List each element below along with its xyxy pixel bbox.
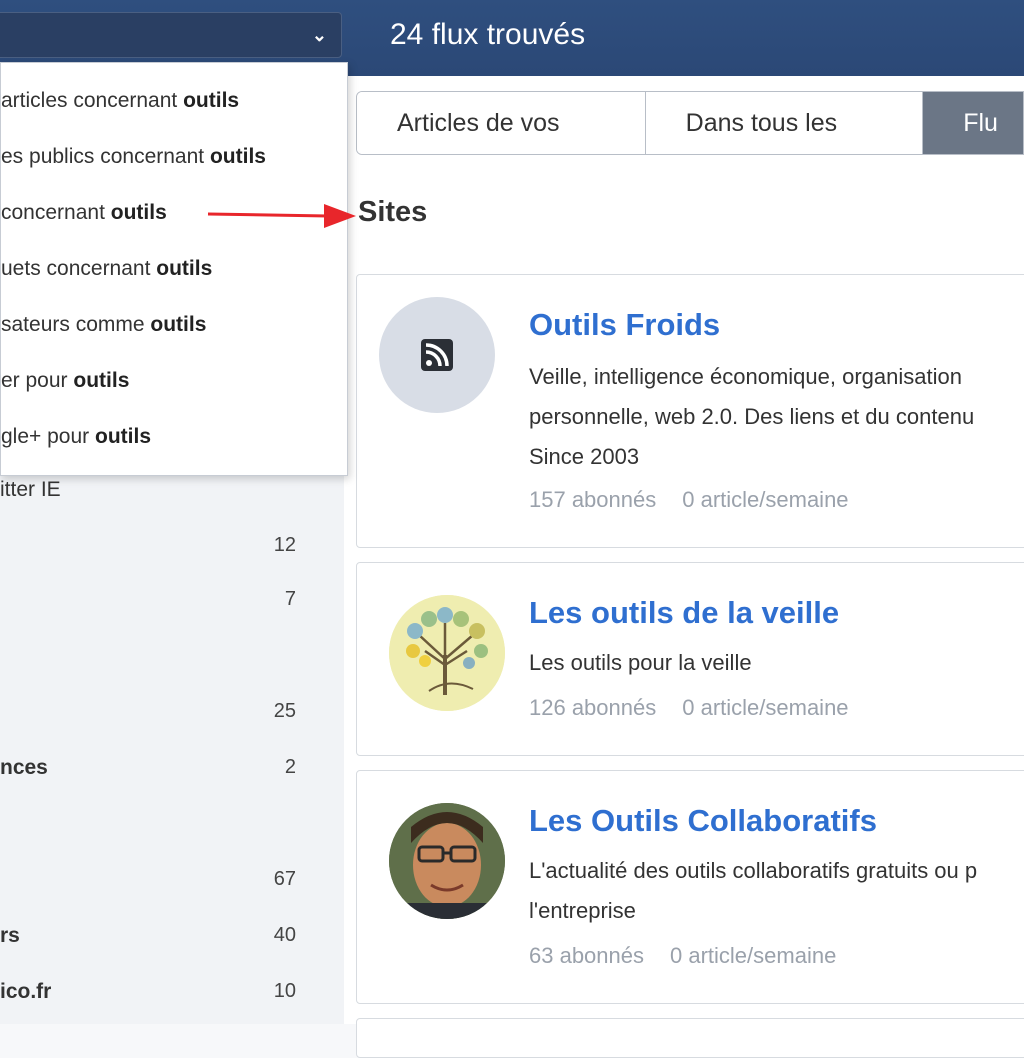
dropdown-item[interactable]: gle+ pour outils xyxy=(1,425,151,461)
sidebar-item[interactable]: ico.fr 10 xyxy=(0,980,310,1010)
sidebar-item[interactable]: 12 xyxy=(0,534,310,564)
dropdown-item-text: uets concernant xyxy=(1,257,157,280)
feed-description: personnelle, web 2.0. Des liens et du co… xyxy=(529,404,975,429)
dropdown-item-text: es publics concernant xyxy=(1,145,210,168)
tab-flux[interactable]: Flu xyxy=(923,92,1023,154)
rss-icon[interactable] xyxy=(379,297,495,413)
subscriber-count: 63 abonnés xyxy=(529,943,644,968)
dropdown-item-text: concernant xyxy=(1,201,111,224)
dropdown-item[interactable]: es publics concernant outils xyxy=(1,145,266,181)
sidebar-item-count: 10 xyxy=(273,980,296,1002)
feed-description: Les outils pour la veille xyxy=(529,650,752,675)
feed-meta: 157 abonnés 0 article/semaine xyxy=(529,487,875,513)
dropdown-item-text: gle+ pour xyxy=(1,425,95,448)
dropdown-item[interactable]: articles concernant outils xyxy=(1,89,239,125)
sidebar-item[interactable]: 7 xyxy=(0,588,310,618)
sidebar-item-count: 40 xyxy=(273,924,296,946)
feed-card: Les Outils Collaboratifs L'actualité des… xyxy=(356,770,1024,1004)
feed-card: Les outils de la veille Les outils pour … xyxy=(356,562,1024,756)
feed-card: Outils Froids Veille, intelligence écono… xyxy=(356,274,1024,548)
search-scope-select[interactable]: ⌄ xyxy=(0,12,342,58)
sidebar-item[interactable]: itter IE xyxy=(0,478,310,508)
sidebar-item[interactable]: rs 40 xyxy=(0,924,310,954)
feed-title-link[interactable]: Outils Froids xyxy=(529,307,720,343)
search-tabs: Articles de vos flux Dans tous les flux … xyxy=(356,91,1024,155)
feed-description: l'entreprise xyxy=(529,898,636,923)
feed-description: L'actualité des outils collaboratifs gra… xyxy=(529,858,978,883)
dropdown-item-keyword: outils xyxy=(209,145,266,168)
dropdown-item-text: er pour xyxy=(1,369,74,392)
dropdown-item-text: articles concernant xyxy=(1,89,184,112)
chevron-down-icon[interactable]: ⌄ xyxy=(312,25,327,46)
sidebar-item-count: 25 xyxy=(273,700,296,722)
tab-articles-de-vos-flux[interactable]: Articles de vos flux xyxy=(357,92,646,154)
sidebar-item[interactable]: 67 xyxy=(0,868,310,898)
feed-title-link[interactable]: Les Outils Collaboratifs xyxy=(529,803,877,839)
dropdown-item-keyword: outils xyxy=(110,201,167,224)
subscriber-count: 157 abonnés xyxy=(529,487,657,512)
dropdown-item-text: sateurs comme xyxy=(1,313,151,336)
sidebar-item-label: rs xyxy=(0,924,20,947)
person-avatar[interactable] xyxy=(389,803,505,919)
search-scope-dropdown: articles concernant outils es publics co… xyxy=(0,62,348,476)
dropdown-item-keyword: outils xyxy=(73,369,130,392)
dropdown-item[interactable]: concernant outils xyxy=(1,201,167,237)
dropdown-item[interactable]: sateurs comme outils xyxy=(1,313,206,349)
sidebar-item-count: 67 xyxy=(273,868,296,890)
dropdown-item-keyword: outils xyxy=(150,313,207,336)
sidebar-item-label: nces xyxy=(0,756,48,779)
dropdown-item-keyword: outils xyxy=(156,257,213,280)
dropdown-item[interactable]: er pour outils xyxy=(1,369,129,405)
sidebar-item-count: 2 xyxy=(284,756,296,778)
feed-card xyxy=(356,1018,1024,1058)
article-rate: 0 article/semaine xyxy=(670,943,837,968)
sidebar-item[interactable]: 25 xyxy=(0,700,310,730)
sidebar-item-label: ico.fr xyxy=(0,980,52,1003)
feed-meta: 126 abonnés 0 article/semaine xyxy=(529,695,875,721)
dropdown-item-keyword: outils xyxy=(183,89,240,112)
feed-meta: 63 abonnés 0 article/semaine xyxy=(529,943,862,969)
sidebar-item-count: 12 xyxy=(273,534,296,556)
dropdown-item[interactable]: uets concernant outils xyxy=(1,257,212,293)
feed-description: Since 2003 xyxy=(529,444,640,469)
article-rate: 0 article/semaine xyxy=(682,487,849,512)
tab-dans-tous-les-flux[interactable]: Dans tous les flux xyxy=(645,92,924,154)
annotation-arrow-icon xyxy=(207,204,356,228)
article-rate: 0 article/semaine xyxy=(682,695,849,720)
subscriber-count: 126 abonnés xyxy=(529,695,657,720)
sidebar-item-count: 7 xyxy=(284,588,296,610)
section-title: Sites xyxy=(358,196,428,228)
dropdown-item-keyword: outils xyxy=(95,425,151,448)
result-count: 24 flux trouvés xyxy=(390,18,586,51)
sidebar-item[interactable]: nces 2 xyxy=(0,756,310,786)
tree-logo-icon[interactable] xyxy=(389,595,505,711)
feed-description: Veille, intelligence économique, organis… xyxy=(529,364,962,389)
feed-title-link[interactable]: Les outils de la veille xyxy=(529,595,839,631)
sidebar-item-label: itter IE xyxy=(0,478,61,501)
